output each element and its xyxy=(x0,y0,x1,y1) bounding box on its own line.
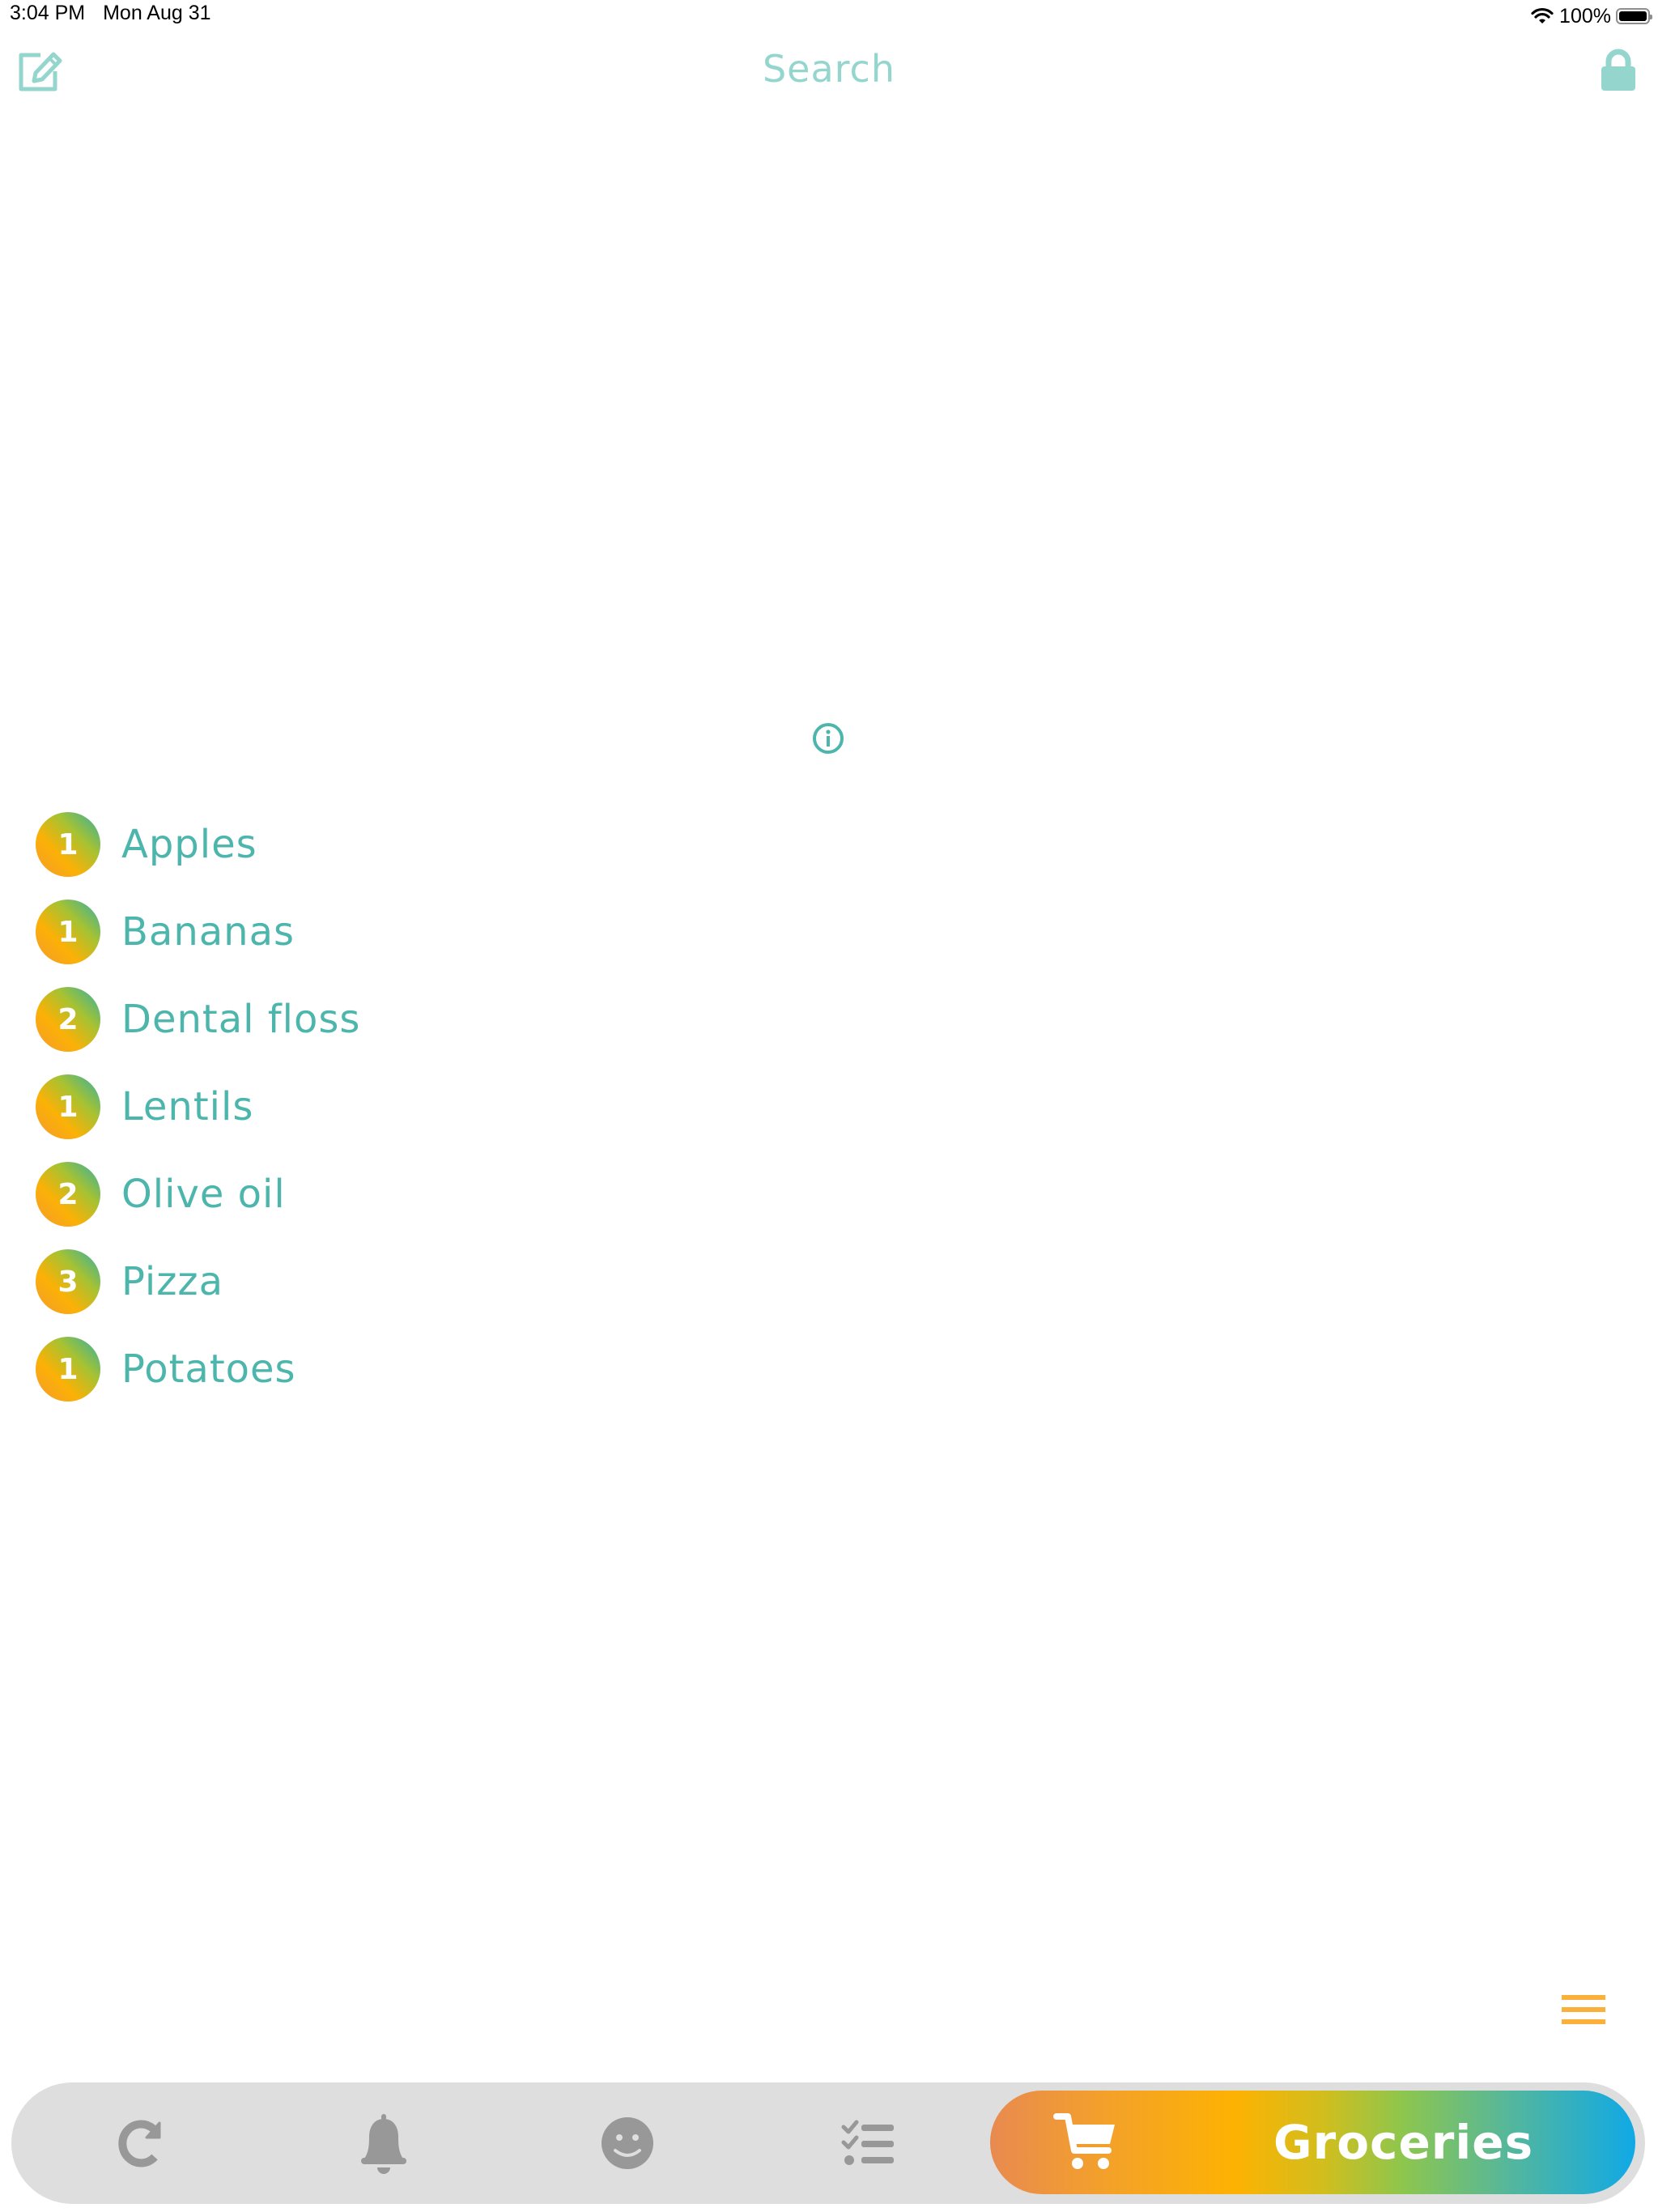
item-name: Apples xyxy=(121,822,257,867)
count-badge: 2 xyxy=(36,1162,100,1227)
list-item[interactable]: 2 Olive oil xyxy=(36,1162,360,1249)
item-name: Bananas xyxy=(121,909,295,955)
cart-icon xyxy=(1053,2113,1115,2169)
list-item[interactable]: 1 Apples xyxy=(36,812,360,900)
status-date: Mon Aug 31 xyxy=(103,2,211,24)
list-item[interactable]: 2 Dental floss xyxy=(36,987,360,1074)
list-item[interactable]: 1 Lentils xyxy=(36,1074,360,1162)
tab-refresh[interactable] xyxy=(100,2082,181,2204)
tab-notifications[interactable] xyxy=(343,2082,424,2204)
count-badge: 1 xyxy=(36,900,100,964)
item-name: Olive oil xyxy=(121,1172,286,1217)
battery-percent: 100% xyxy=(1559,4,1611,28)
tab-groceries[interactable]: Groceries xyxy=(990,2091,1635,2194)
item-name: Dental floss xyxy=(121,997,361,1042)
menu-button[interactable] xyxy=(1558,1987,1609,2032)
list-item[interactable]: 1 Potatoes xyxy=(36,1337,360,1424)
item-list: 1 Apples 1 Bananas 2 Dental floss 1 Lent… xyxy=(36,812,360,1424)
info-icon xyxy=(813,723,844,754)
lock-icon xyxy=(1601,49,1635,91)
nav-title: Search xyxy=(762,47,896,91)
item-name: Potatoes xyxy=(121,1346,296,1392)
info-button[interactable] xyxy=(812,722,844,755)
count-badge: 3 xyxy=(36,1249,100,1314)
status-bar-right: 100% xyxy=(1530,2,1652,31)
list-item[interactable]: 1 Bananas xyxy=(36,900,360,987)
bell-icon xyxy=(361,2114,406,2174)
wifi-icon xyxy=(1531,7,1554,23)
smiley-icon xyxy=(602,2117,653,2169)
count-badge: 2 xyxy=(36,987,100,1052)
count-badge: 1 xyxy=(36,1337,100,1402)
count-badge: 1 xyxy=(36,812,100,877)
list-item[interactable]: 3 Pizza xyxy=(36,1249,360,1337)
count-badge: 1 xyxy=(36,1074,100,1139)
tab-mood[interactable] xyxy=(587,2082,668,2204)
checklist-icon xyxy=(841,2120,894,2165)
item-name: Lentils xyxy=(121,1084,254,1129)
tab-tasks[interactable] xyxy=(829,2082,910,2204)
status-time: 3:04 PM xyxy=(10,2,86,24)
refresh-icon xyxy=(118,2120,161,2167)
item-name: Pizza xyxy=(121,1259,224,1304)
lock-button[interactable] xyxy=(1598,49,1639,92)
tab-groceries-label: Groceries xyxy=(1273,2115,1534,2170)
battery-icon xyxy=(1616,8,1652,24)
status-bar-left: 3:04 PM Mon Aug 31 xyxy=(10,2,211,25)
tab-bar: Groceries xyxy=(11,2082,1645,2204)
